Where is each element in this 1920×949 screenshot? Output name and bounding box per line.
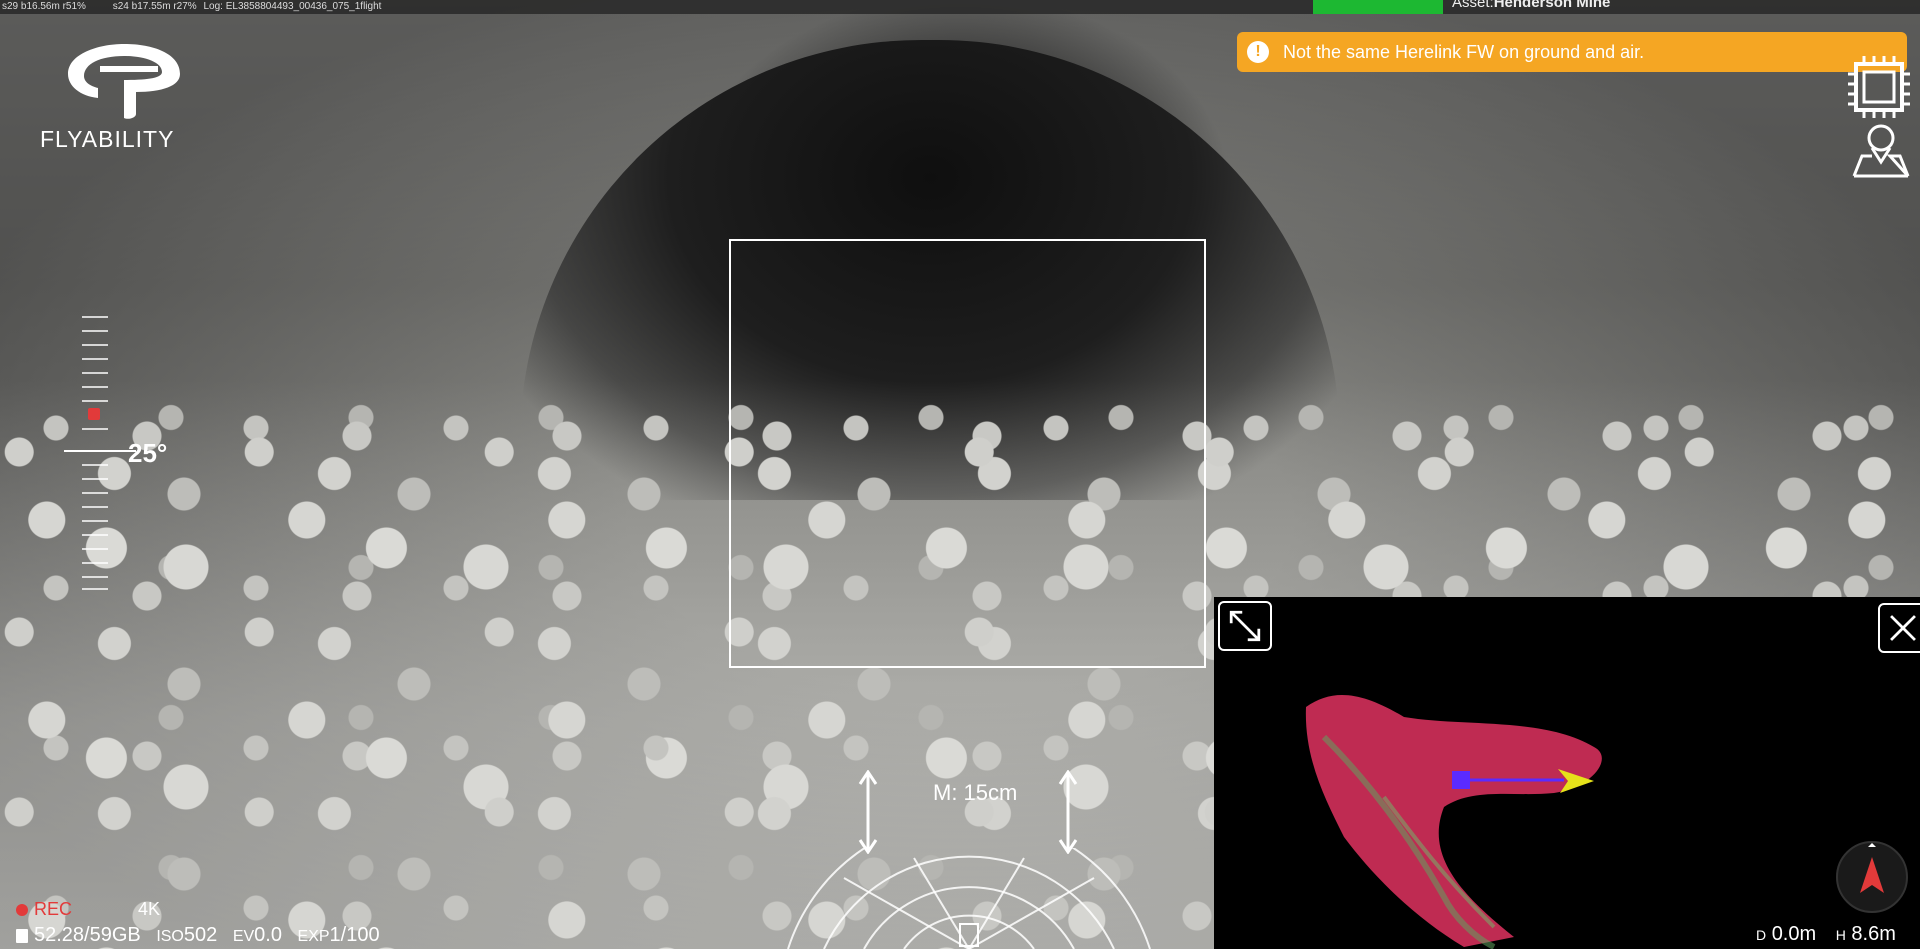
ev-value: 0.0 xyxy=(254,924,282,946)
height-label: H xyxy=(1835,927,1846,943)
telemetry-2: s24 b17.55m r27% xyxy=(112,1,197,12)
pitch-tick xyxy=(82,534,108,536)
exp-label: EXP xyxy=(297,928,330,945)
expand-icon[interactable] xyxy=(1218,601,1272,651)
asset-info: Asset:Henderson Mine xyxy=(1452,0,1610,10)
measure-arrow-left xyxy=(858,770,878,854)
record-state: REC xyxy=(34,899,73,919)
measure-arrow-right xyxy=(1058,770,1078,854)
iso-label: ISO xyxy=(156,928,184,945)
storage-value: 52.28/59GB xyxy=(34,924,141,946)
pitch-tick xyxy=(82,464,108,466)
logo-wordmark: FLYABILITY xyxy=(40,126,175,152)
pitch-tick xyxy=(82,358,108,360)
pitch-tick xyxy=(82,562,108,564)
pitch-tick xyxy=(82,548,108,550)
distance-value: 0.0m xyxy=(1771,923,1817,945)
pitch-tick xyxy=(82,344,108,346)
firmware-warning-banner[interactable]: ! Not the same Herelink FW on ground and… xyxy=(1237,32,1907,72)
pitch-marker xyxy=(88,408,100,420)
pitch-tick xyxy=(82,316,108,318)
record-dot-icon xyxy=(16,903,28,916)
drone-icon xyxy=(959,923,979,947)
iso-value: 502 xyxy=(183,924,218,946)
recording-status: REC 4K xyxy=(16,899,160,920)
pitch-tick xyxy=(82,492,108,494)
telemetry-readout: s29 b16.56m r51% s24 b17.55m r27% Log: E… xyxy=(2,0,405,14)
pitch-value: 25° xyxy=(128,438,168,468)
brand-logo: FLYABILITY xyxy=(40,40,210,160)
drone-position-marker xyxy=(1452,771,1470,789)
top-status-bar: s29 b16.56m r51% s24 b17.55m r27% Log: E… xyxy=(0,0,1920,14)
close-icon[interactable] xyxy=(1878,603,1920,653)
height-value: 8.6m xyxy=(1851,923,1896,945)
pitch-tick xyxy=(82,400,108,402)
flyability-logo-icon xyxy=(68,44,180,119)
pitch-tick xyxy=(82,588,108,590)
camera-stats: 52.28/59GB ISO502 EV0.0 EXP1/100 xyxy=(16,924,380,947)
sd-card-icon xyxy=(16,928,28,943)
3d-map-panel[interactable]: D 0.0m H 8.6m xyxy=(1214,597,1920,949)
distance-height-readout: D 0.0m H 8.6m xyxy=(1756,923,1896,946)
connection-indicator xyxy=(1313,0,1443,14)
gimbal-pitch-scale: 25° xyxy=(64,312,184,592)
compass-icon[interactable] xyxy=(1836,841,1908,913)
ev-label: EV xyxy=(232,928,255,945)
measure-label: M: 15cm xyxy=(933,780,1018,805)
pitch-tick xyxy=(82,428,108,430)
warning-text: Not the same Herelink FW on ground and a… xyxy=(1283,41,1645,62)
asset-name: Henderson Mine xyxy=(1493,0,1611,11)
obstacle-radar xyxy=(787,848,1151,949)
exp-value: 1/100 xyxy=(329,924,380,946)
pitch-tick xyxy=(82,506,108,508)
chip-icon[interactable] xyxy=(1846,56,1912,118)
log-name: Log: EL3858804493_00436_075_1flight xyxy=(203,1,382,12)
distance-label: D xyxy=(1756,927,1767,943)
pitch-tick xyxy=(82,386,108,388)
video-resolution: 4K xyxy=(138,899,161,919)
asset-label: Asset: xyxy=(1452,0,1494,11)
pitch-tick xyxy=(82,478,108,480)
pitch-tick xyxy=(82,520,108,522)
pitch-center-line xyxy=(64,450,136,452)
pitch-tick xyxy=(82,372,108,374)
pitch-tick xyxy=(82,330,108,332)
warning-icon: ! xyxy=(1247,41,1269,63)
telemetry-1: s29 b16.56m r51% xyxy=(2,1,86,12)
pitch-tick xyxy=(82,576,108,578)
map-pin-icon[interactable] xyxy=(1850,122,1912,178)
focus-area-box[interactable] xyxy=(729,239,1206,668)
point-cloud-map xyxy=(1305,694,1602,949)
